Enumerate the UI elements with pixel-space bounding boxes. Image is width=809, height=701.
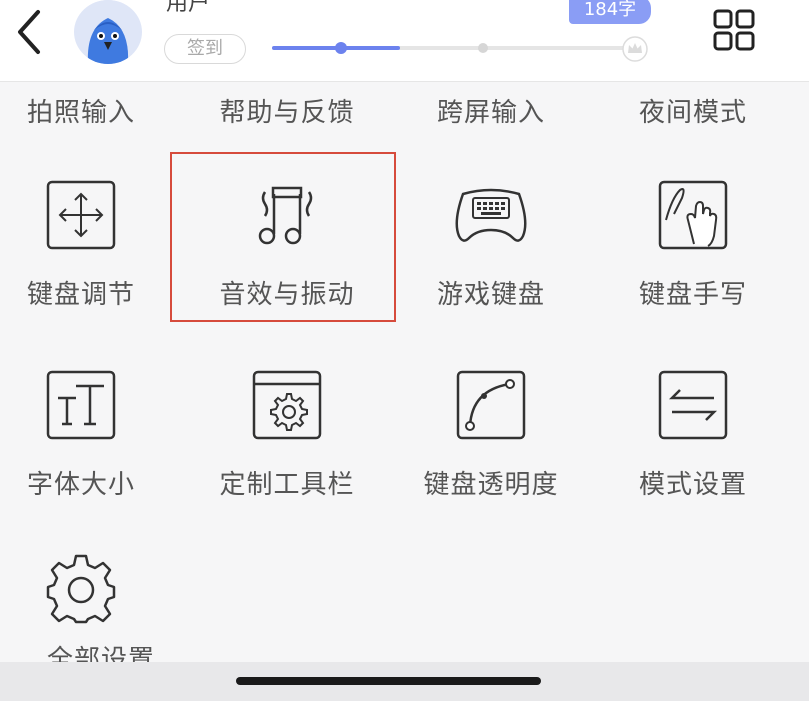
font-size-icon — [46, 370, 116, 440]
menu-item-photo-input[interactable]: 拍照输入 — [0, 0, 182, 130]
menu-item-keyboard-adjust[interactable]: 键盘调节 — [0, 178, 182, 318]
menu-item-keyboard-handwriting[interactable]: 键盘手写 — [592, 178, 794, 318]
menu-item-cross-screen-input[interactable]: 跨屏输入 — [390, 0, 592, 130]
menu-item-label: 模式设置 — [638, 470, 747, 500]
menu-item-label: 键盘调节 — [26, 280, 135, 310]
menu-item-label: 夜间模式 — [638, 98, 747, 128]
menu-item-game-keyboard[interactable]: 游戏键盘 — [390, 178, 592, 318]
menu-item-label: 定制工具栏 — [219, 470, 355, 500]
menu-item-mode-settings[interactable]: 模式设置 — [592, 368, 794, 508]
menu-item-custom-toolbar[interactable]: 定制工具栏 — [186, 368, 388, 508]
gamepad-icon — [455, 188, 527, 242]
handwriting-icon — [658, 180, 728, 250]
menu-item-night-mode[interactable]: 夜间模式 — [592, 0, 794, 130]
home-indicator[interactable] — [236, 677, 541, 685]
menu-item-label: 键盘手写 — [638, 280, 747, 310]
menu-item-font-size[interactable]: 字体大小 — [0, 368, 182, 508]
selection-highlight — [170, 152, 396, 322]
menu-item-help-feedback[interactable]: 帮助与反馈 — [186, 0, 388, 130]
move-arrows-icon — [46, 180, 116, 250]
toolbar-gear-icon — [252, 370, 322, 440]
swap-arrows-icon — [658, 370, 728, 440]
menu-item-keyboard-transparency[interactable]: 键盘透明度 — [390, 368, 592, 508]
menu-item-label: 跨屏输入 — [436, 98, 545, 128]
menu-item-label: 键盘透明度 — [423, 470, 559, 500]
menu-item-label-clipped: 全部设置 — [46, 645, 155, 662]
menu-item-label: 字体大小 — [26, 470, 135, 500]
menu-item-label: 拍照输入 — [26, 98, 135, 128]
gear-icon — [46, 554, 116, 624]
curve-icon — [456, 370, 526, 440]
menu-item-label: 游戏键盘 — [436, 280, 545, 310]
menu-item-label: 帮助与反馈 — [219, 98, 355, 128]
